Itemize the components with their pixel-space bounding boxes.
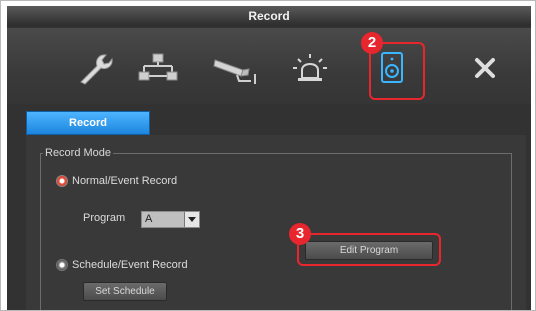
- record-panel: Record Mode Normal/Event Record Program …: [26, 135, 526, 310]
- window-title: Record: [7, 6, 531, 26]
- close-icon: [473, 56, 497, 80]
- callout-highlight-edit-program: [297, 233, 441, 266]
- camera-icon: [211, 50, 259, 86]
- toolbar-button-network[interactable]: [125, 38, 191, 98]
- toolbar-button-event[interactable]: [277, 38, 343, 98]
- network-icon: [136, 50, 180, 86]
- toolbar-button-camera[interactable]: [202, 38, 268, 98]
- callout-badge: 3: [289, 223, 311, 245]
- chevron-down-icon[interactable]: [184, 212, 199, 227]
- toolbar-button-close[interactable]: [452, 38, 518, 98]
- toolbar-button-setup[interactable]: [62, 38, 128, 98]
- alarm-icon: [290, 50, 330, 86]
- schedule-event-record-label: Schedule/Event Record: [72, 259, 188, 271]
- screenshot-frame: Record 2 Record Record Mode Normal/Event…: [0, 0, 536, 311]
- schedule-event-record-option[interactable]: Schedule/Event Record: [57, 259, 188, 271]
- settings-toolbar: 2: [7, 28, 531, 104]
- program-select-value: A: [145, 213, 153, 225]
- normal-event-record-option[interactable]: Normal/Event Record: [57, 175, 177, 187]
- program-label: Program: [83, 212, 126, 224]
- callout-badge: 2: [361, 32, 383, 54]
- radio-unselected-icon[interactable]: [57, 260, 67, 270]
- set-schedule-button[interactable]: Set Schedule: [83, 282, 167, 301]
- record-mode-legend: Record Mode: [45, 147, 112, 159]
- radio-selected-icon[interactable]: [57, 176, 67, 186]
- normal-event-record-label: Normal/Event Record: [72, 175, 178, 187]
- record-window: 2 Record Record Mode Normal/Event Record…: [7, 26, 531, 310]
- tab-record[interactable]: Record: [26, 111, 150, 135]
- program-select[interactable]: A: [141, 211, 200, 228]
- record-mode-group: Record Mode Normal/Event Record Program …: [40, 147, 512, 310]
- wrench-icon: [75, 50, 115, 86]
